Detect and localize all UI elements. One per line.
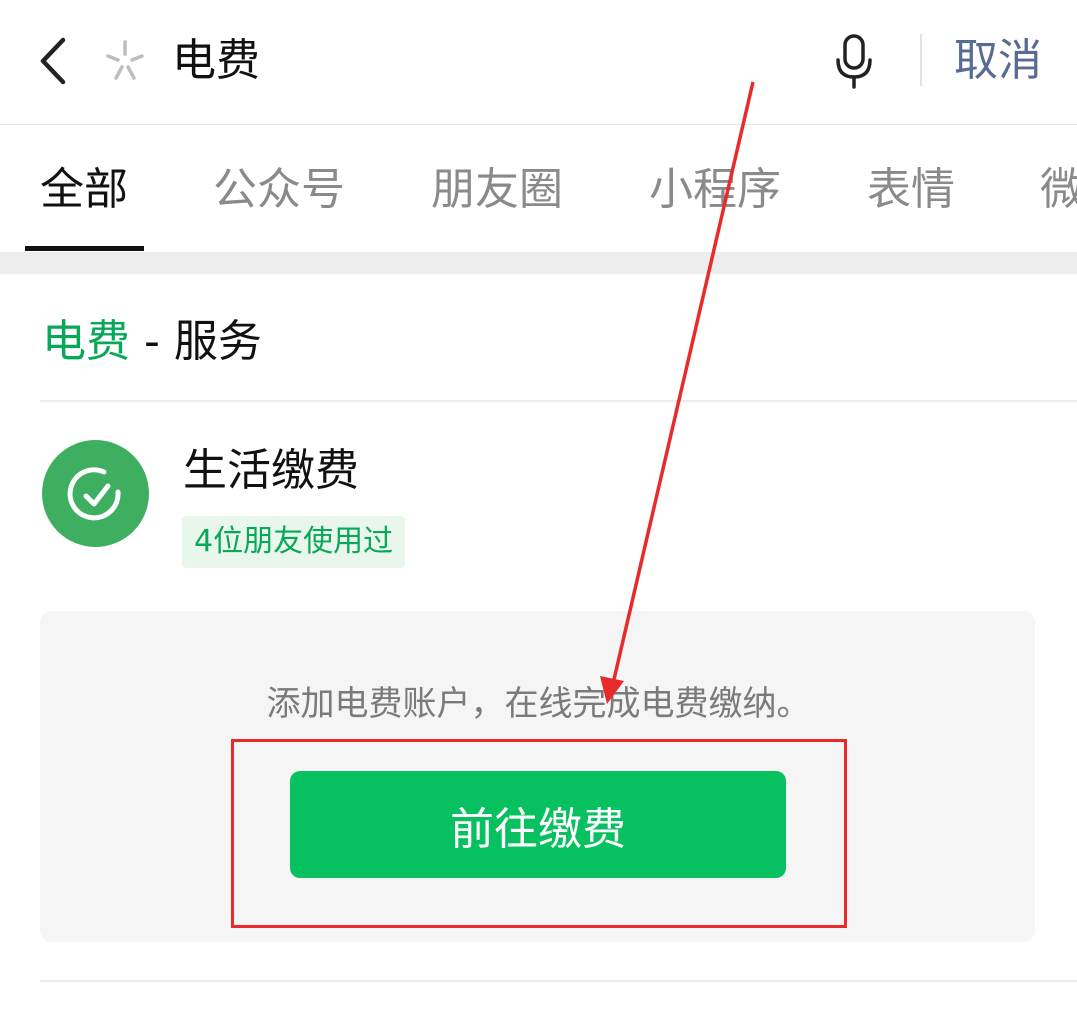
- category-tabs: 全部 公众号 朋友圈 小程序 表情 微: [0, 126, 1077, 252]
- service-name[interactable]: 生活缴费: [183, 442, 359, 500]
- section-separator: -: [130, 316, 174, 367]
- search-results-page: 电费 取消 全部 公众号 朋友圈 小程序 表情 微 电费 - 服务 生活缴费 4…: [0, 0, 1077, 1011]
- tab-official-accounts[interactable]: 公众号: [213, 162, 345, 218]
- chevron-left-icon: [40, 37, 66, 85]
- tab-mini-programs[interactable]: 小程序: [649, 162, 781, 218]
- divider: [920, 34, 922, 86]
- active-tab-indicator: [25, 246, 144, 251]
- cancel-button[interactable]: 取消: [954, 32, 1042, 90]
- tab-more[interactable]: 微: [1040, 162, 1077, 218]
- tab-moments[interactable]: 朋友圈: [431, 162, 563, 218]
- back-button[interactable]: [26, 28, 80, 94]
- sparkle-icon: [106, 40, 144, 80]
- section-keyword: 电费: [42, 316, 130, 367]
- tab-stickers[interactable]: 表情: [867, 162, 955, 218]
- voice-input-button[interactable]: [826, 30, 882, 92]
- section-header: 电费 - 服务: [42, 312, 262, 372]
- friends-used-badge: 4位朋友使用过: [182, 516, 406, 568]
- section-title: 服务: [173, 316, 262, 367]
- annotation-highlight-box: [231, 739, 847, 928]
- section-divider: [0, 252, 1077, 274]
- service-description: 添加电费账户，在线完成电费缴纳。: [266, 684, 811, 724]
- check-drop-icon: [67, 466, 121, 520]
- search-bar: 电费 取消: [0, 0, 1077, 125]
- divider: [40, 980, 1077, 982]
- search-input[interactable]: 电费: [172, 32, 260, 90]
- service-logo[interactable]: [42, 440, 149, 547]
- tab-all[interactable]: 全部: [40, 162, 128, 218]
- divider: [40, 400, 1077, 402]
- microphone-icon: [836, 34, 872, 89]
